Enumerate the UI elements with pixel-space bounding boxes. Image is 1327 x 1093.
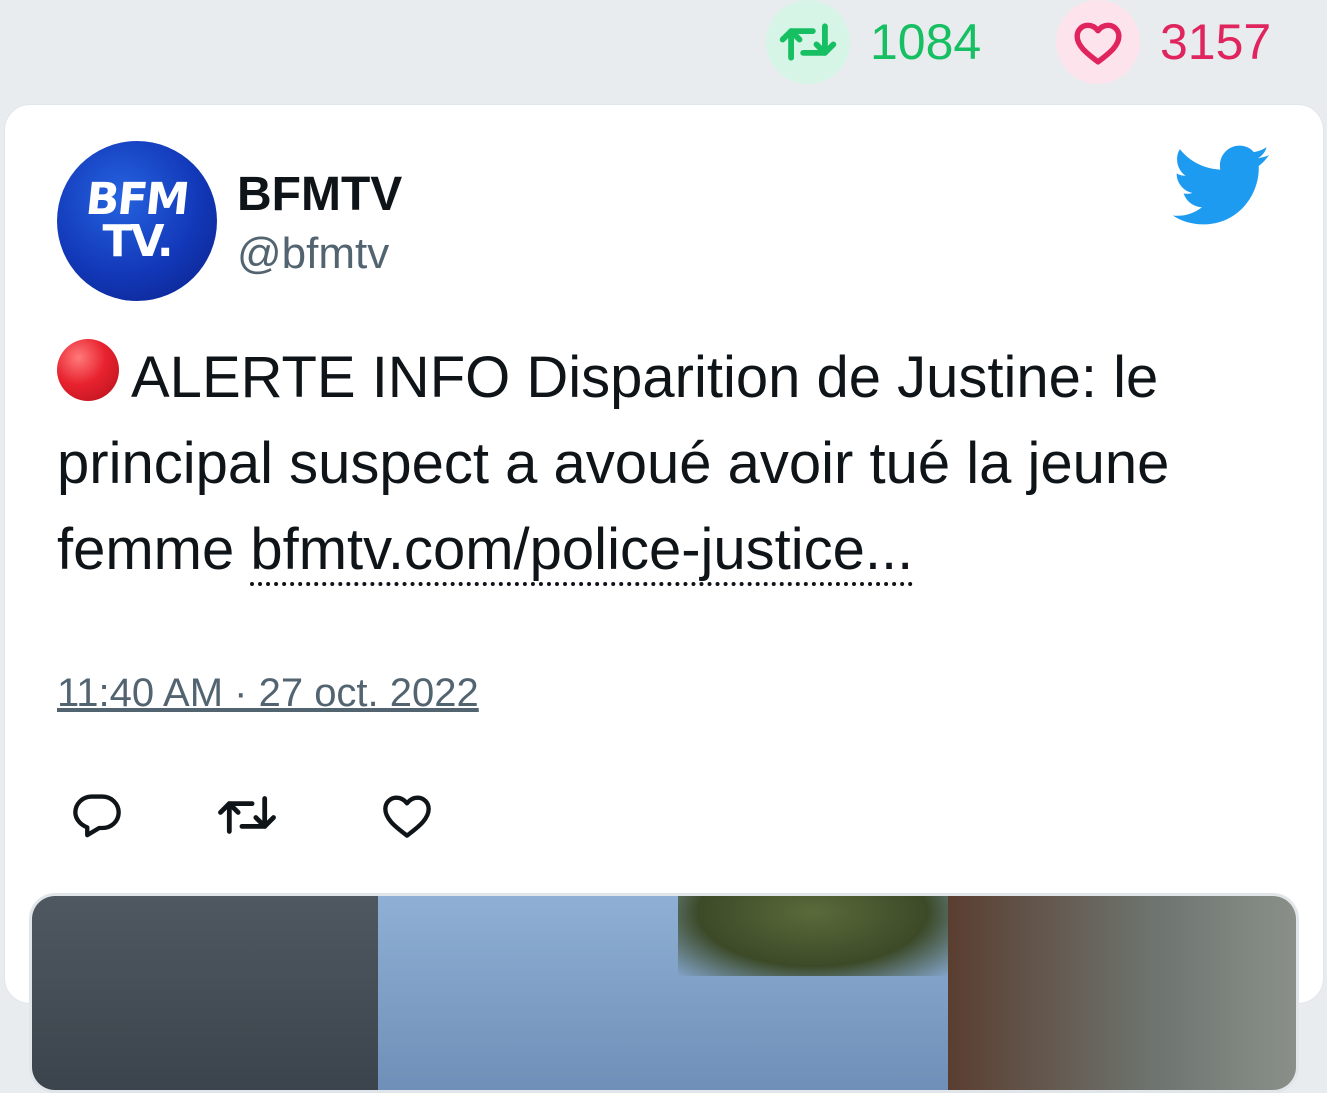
twitter-bird-icon[interactable]	[1173, 145, 1271, 227]
author-name[interactable]: BFMTV	[237, 167, 402, 222]
retweet-stat[interactable]: 1084	[766, 0, 981, 84]
author-handle[interactable]: @bfmtv	[237, 229, 389, 279]
media-panel-left	[32, 896, 378, 1090]
tweet-card: BFM TV. BFMTV @bfmtv ALERTE INFO Dispari…	[4, 104, 1324, 1093]
retweet-action-icon	[218, 796, 276, 834]
retweet-button[interactable]	[207, 775, 287, 855]
reply-button[interactable]	[57, 775, 137, 855]
like-button[interactable]	[367, 775, 447, 855]
retweet-icon[interactable]	[766, 0, 850, 84]
tweet-media-image[interactable]	[29, 893, 1299, 1093]
like-count: 3157	[1160, 14, 1272, 70]
media-panel-center	[378, 896, 948, 1090]
like-stat[interactable]: 3157	[1056, 0, 1271, 84]
media-panel-right	[948, 896, 1296, 1090]
tweet-text: ALERTE INFO Disparition de Justine: le p…	[57, 335, 1287, 593]
avatar-logo-line2: TV.	[102, 216, 173, 267]
engagement-stats-bar: 1084 3157	[0, 0, 1327, 100]
avatar[interactable]: BFM TV.	[57, 141, 217, 301]
tweet-link[interactable]: bfmtv.com/police-justice...	[250, 517, 914, 586]
like-action-icon	[383, 795, 431, 838]
avatar-logo-line1: BFM	[83, 174, 191, 225]
tweet-timestamp[interactable]: 11:40 AM · 27 oct. 2022	[57, 671, 479, 716]
heart-icon[interactable]	[1056, 0, 1140, 84]
red-circle-icon	[57, 339, 119, 401]
reply-icon	[73, 794, 121, 838]
retweet-count: 1084	[870, 14, 982, 70]
